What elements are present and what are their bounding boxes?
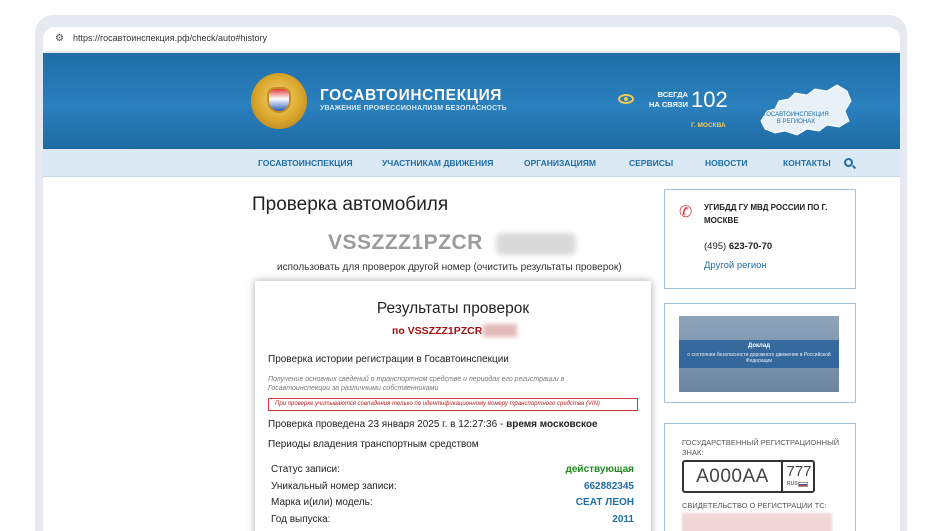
results-vin: по VSSZZZ1PZCR xyxy=(392,325,483,337)
gibdd-emblem-icon[interactable] xyxy=(251,73,307,129)
year-label: Год выпуска: xyxy=(271,514,331,525)
gos-plate-label: ГОСУДАРСТВЕННЫЙ РЕГИСТРАЦИОННЫЙ ЗНАК: xyxy=(682,438,840,457)
contact-title: УГИБДД ГУ МВД РОССИИ ПО Г. МОСКВЕ xyxy=(704,203,828,225)
registration-cert-image xyxy=(682,513,832,531)
site-brand[interactable]: ГОСАВТОИНСПЕКЦИЯ xyxy=(320,87,502,105)
russia-flag-icon xyxy=(798,482,808,487)
accessibility-eye-icon[interactable] xyxy=(618,94,634,104)
main-nav: ГОСАВТОИНСПЕКЦИЯ УЧАСТНИКАМ ДВИЖЕНИЯ ОРГ… xyxy=(43,149,900,177)
documents-box: ГОСУДАРСТВЕННЫЙ РЕГИСТРАЦИОННЫЙ ЗНАК: А0… xyxy=(664,423,856,531)
nav-item-organizations[interactable]: ОРГАНИЗАЦИЯМ xyxy=(524,158,596,168)
site-header: ГОСАВТОИНСПЕКЦИЯ УВАЖЕНИЕ ПРОФЕССИОНАЛИЗ… xyxy=(43,53,900,149)
site-settings-icon[interactable]: ⚙ xyxy=(55,33,67,45)
russia-map-icon[interactable] xyxy=(757,81,853,139)
plate-region-text: 777 xyxy=(786,463,812,480)
history-section-desc: Получение основных сведений о транспортн… xyxy=(268,376,565,392)
nav-item-participants[interactable]: УЧАСТНИКАМ ДВИЖЕНИЯ xyxy=(382,158,493,168)
plate-main-text: А000АА xyxy=(684,462,783,491)
search-icon[interactable] xyxy=(844,158,853,167)
ownership-periods-title: Периоды владения транспортным средством xyxy=(268,439,479,450)
contact-phone: (495) 623-70-70 xyxy=(704,241,773,252)
status-label: Статус записи: xyxy=(271,464,340,475)
nav-item-contacts[interactable]: КОНТАКТЫ xyxy=(783,158,831,168)
other-region-link[interactable]: Другой регион xyxy=(704,260,767,271)
sample-plate: А000АА 777 RUS xyxy=(682,460,815,493)
nav-item-news[interactable]: НОВОСТИ xyxy=(705,158,748,168)
vin-redacted xyxy=(496,233,576,255)
page: ГОСАВТОИНСПЕКЦИЯ УВАЖЕНИЕ ПРОФЕССИОНАЛИЗ… xyxy=(43,53,900,531)
check-timestamp: Проверка проведена 23 января 2025 г. в 1… xyxy=(268,419,598,430)
always-available-label: ВСЕГДА НА СВЯЗИ xyxy=(648,90,688,109)
model-label: Марка и(или) модель: xyxy=(271,497,373,508)
report-subtitle: о состоянии безопасности дорожного движе… xyxy=(687,352,831,364)
report-title: Доклад xyxy=(747,343,771,349)
nav-item-services[interactable]: СЕРВИСЫ xyxy=(629,158,673,168)
history-section-title: Проверка истории регистрации в Госавтоин… xyxy=(268,354,509,365)
registration-cert-label: СВИДЕТЕЛЬСТВО О РЕГИСТРАЦИИ ТС: xyxy=(682,501,827,510)
plate-rus-text: RUS xyxy=(787,481,798,487)
results-title: Результаты проверок xyxy=(376,300,530,317)
vin-warning: При проверке учитываются совпадения толь… xyxy=(268,398,638,411)
record-number-label: Уникальный номер записи: xyxy=(271,481,397,492)
url-text[interactable]: https://госавтоинспекция.рф/check/auto#h… xyxy=(73,33,267,43)
regions-label[interactable]: ГОСАВТОИНСПЕКЦИЯ В РЕГИОНАХ xyxy=(761,112,831,126)
site-slogan: УВАЖЕНИЕ ПРОФЕССИОНАЛИЗМ БЕЗОПАСНОСТЬ xyxy=(320,105,507,112)
hotline-number: 102 xyxy=(691,87,728,112)
status-value: действующая xyxy=(565,464,634,475)
page-title: Проверка автомобиля xyxy=(252,194,449,215)
record-number-value: 662882345 xyxy=(583,481,634,492)
model-value: СЕАТ ЛЕОН xyxy=(575,497,634,508)
contact-box: ✆ УГИБДД ГУ МВД РОССИИ ПО Г. МОСКВЕ (495… xyxy=(664,189,856,289)
results-card: Результаты проверок по VSSZZZ1PZCR Прове… xyxy=(255,281,651,531)
phone-icon: ✆ xyxy=(679,204,693,221)
results-vin-redacted xyxy=(483,324,517,337)
city-label: Г. МОСКВА xyxy=(691,122,726,129)
vin-display: VSSZZZ1PZCR xyxy=(328,231,483,254)
nav-item-gosavtoinspekciya[interactable]: ГОСАВТОИНСПЕКЦИЯ xyxy=(258,158,353,168)
report-box: Доклад о состоянии безопасности дорожног… xyxy=(664,303,856,403)
other-number-link[interactable]: использовать для проверок другой номер (… xyxy=(277,262,622,273)
address-bar[interactable]: ⚙ https://госавтоинспекция.рф/check/auto… xyxy=(43,27,900,51)
year-value: 2011 xyxy=(612,514,634,525)
report-banner[interactable]: Доклад о состоянии безопасности дорожног… xyxy=(679,316,839,392)
